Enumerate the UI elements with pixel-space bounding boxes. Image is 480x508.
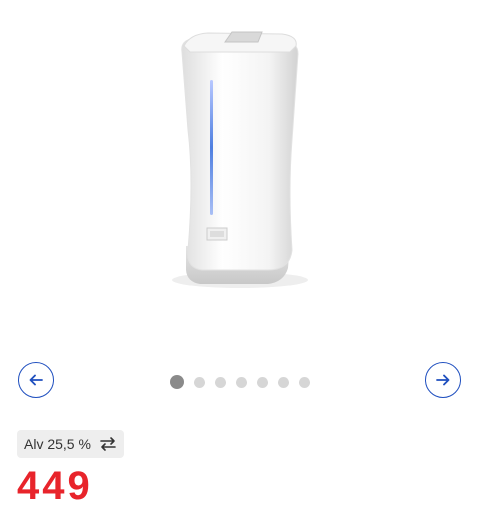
arrow-right-icon <box>436 374 450 386</box>
pagination-dot[interactable] <box>215 376 226 388</box>
pagination-dot[interactable] <box>236 376 247 388</box>
pagination-dot[interactable] <box>194 376 205 388</box>
vat-label: Alv 25,5 % <box>24 436 91 452</box>
swap-arrows-icon <box>100 437 116 451</box>
vat-toggle-button[interactable]: Alv 25,5 % <box>17 430 124 458</box>
next-image-button[interactable] <box>425 362 461 398</box>
product-price: 449 <box>17 464 93 508</box>
arrow-left-icon <box>29 374 43 386</box>
product-image[interactable] <box>0 0 480 355</box>
pagination-dot[interactable] <box>278 376 289 388</box>
pagination-dot[interactable] <box>257 376 268 388</box>
gallery-pagination <box>170 375 310 389</box>
previous-image-button[interactable] <box>18 362 54 398</box>
humidifier-image <box>172 31 308 288</box>
pagination-dot[interactable] <box>170 375 184 389</box>
pagination-dot[interactable] <box>299 376 310 388</box>
